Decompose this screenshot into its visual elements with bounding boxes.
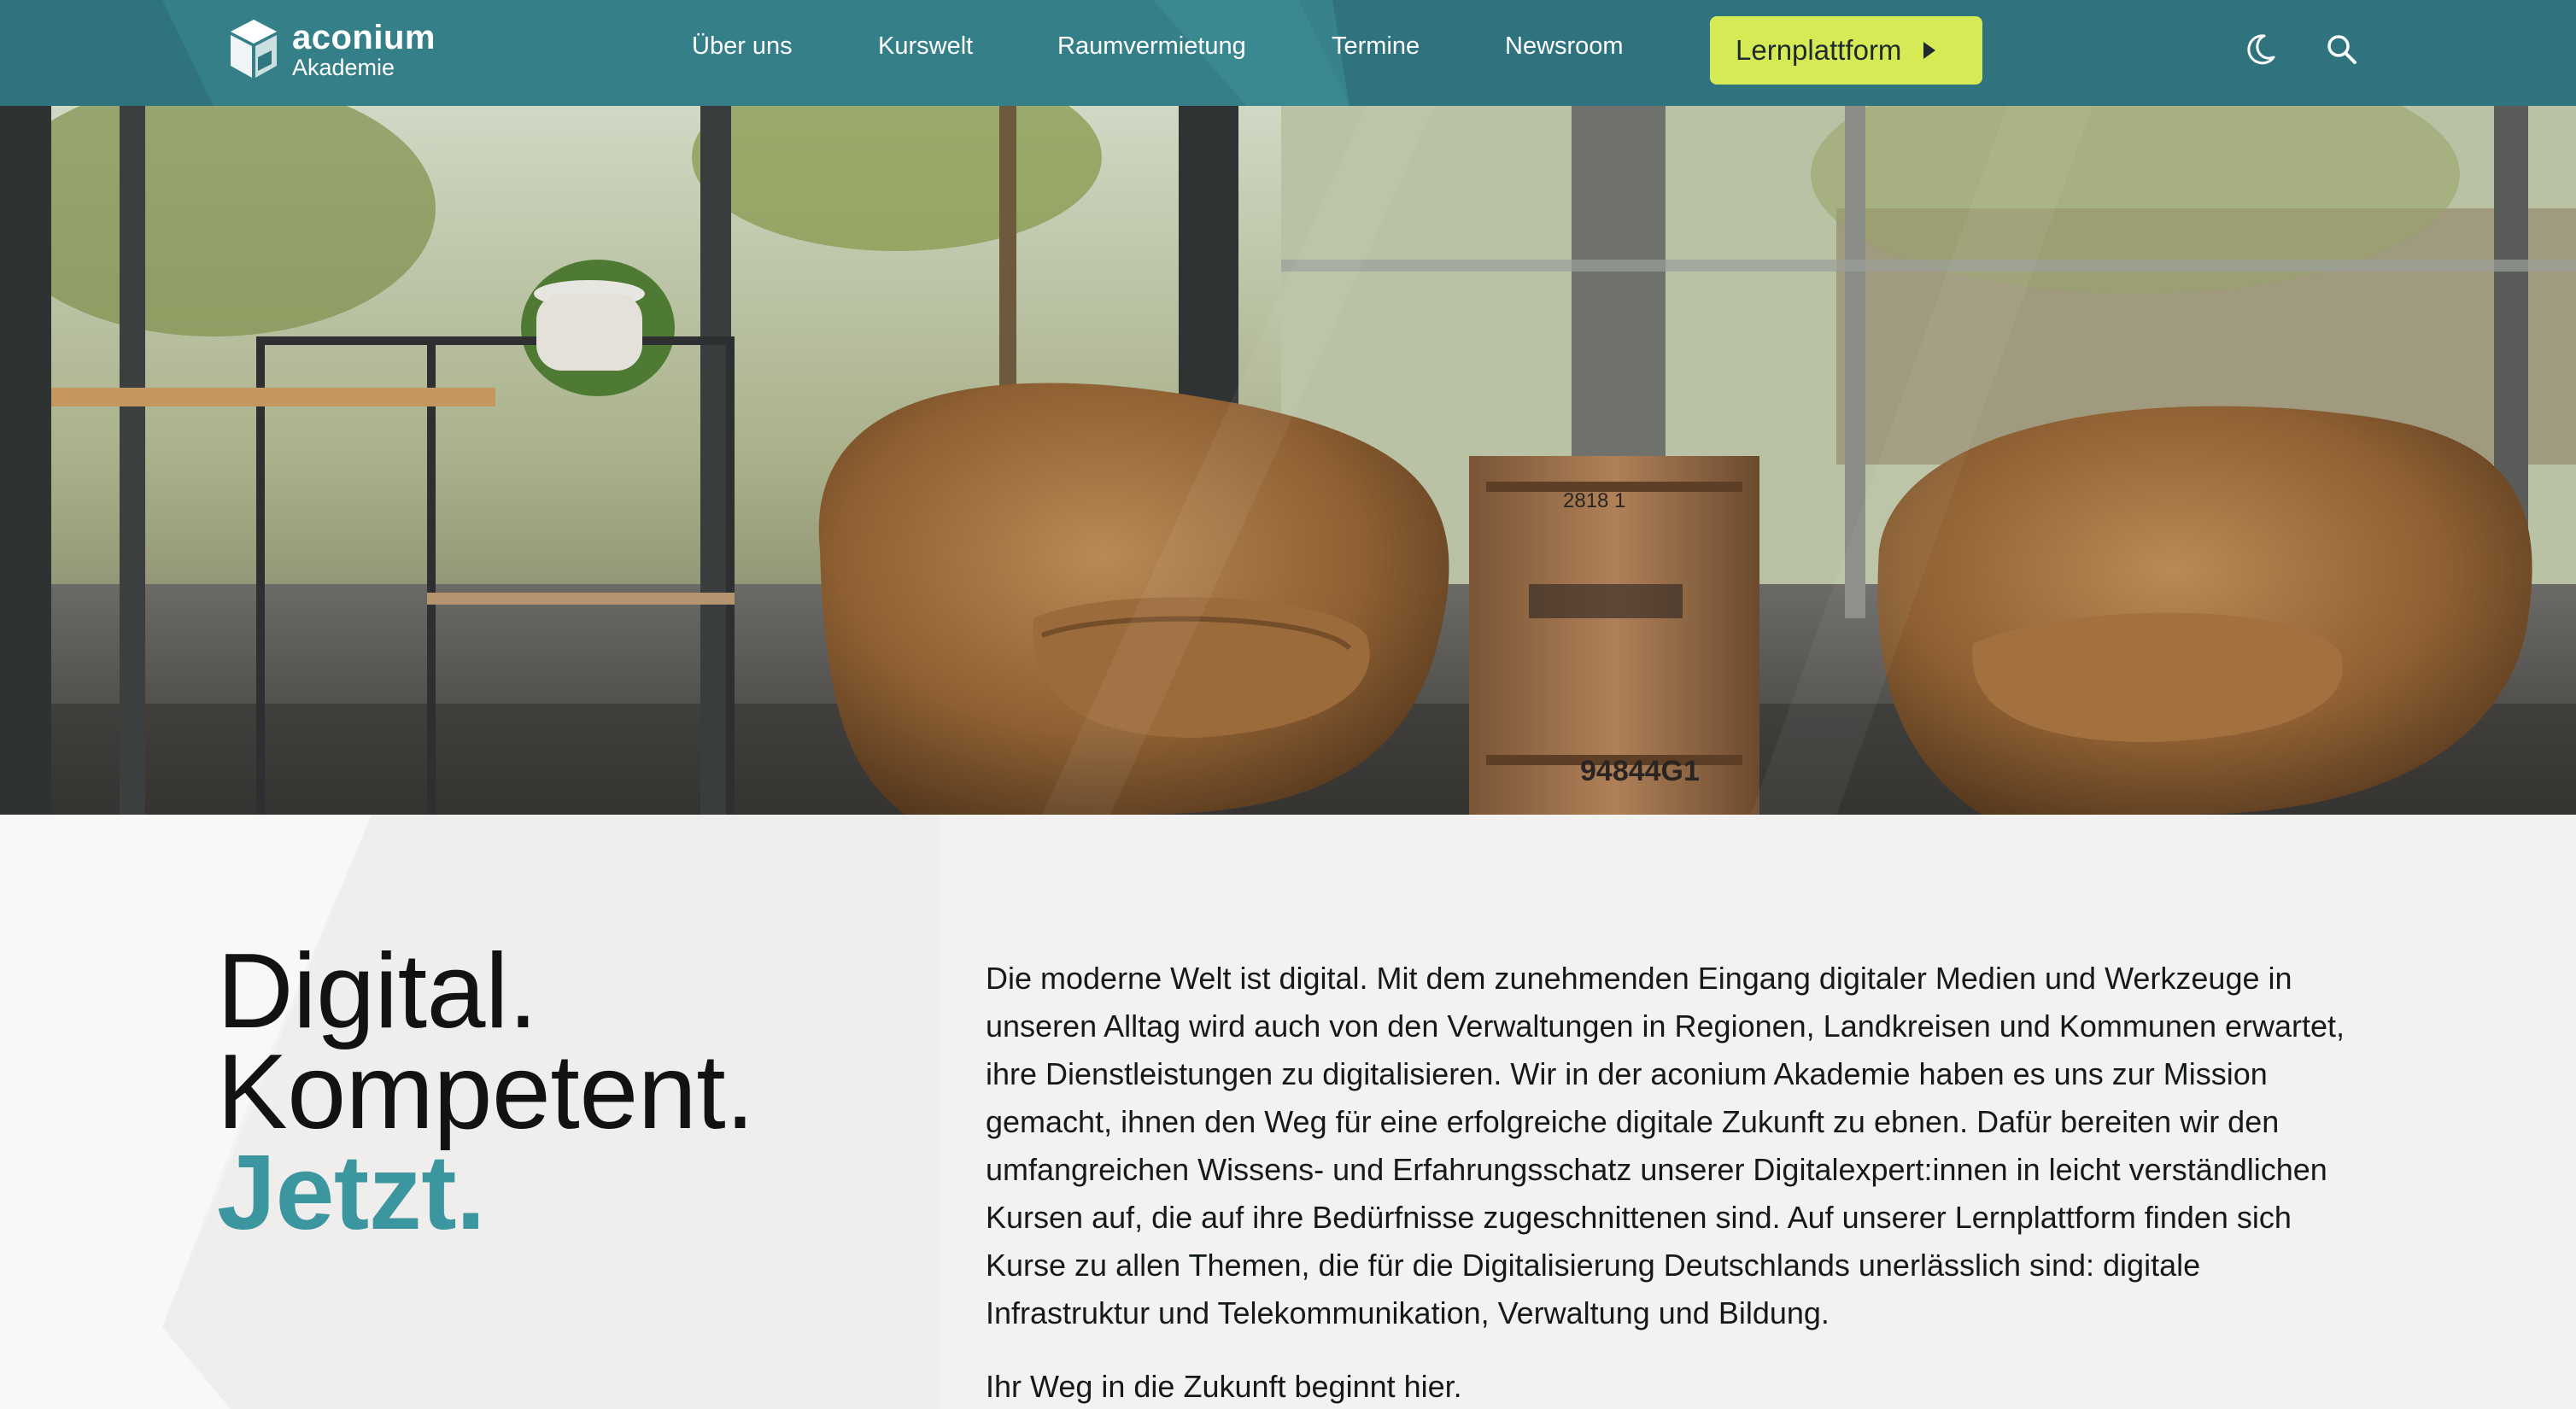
intro-tagline: Ihr Weg in die Zukunft beginnt hier.: [986, 1369, 1462, 1404]
headline-line-kompetent: Kompetent.: [217, 1033, 755, 1151]
brand-wordmark: aconium Akademie: [292, 20, 436, 79]
nav-item-kurswelt[interactable]: Kurswelt: [878, 32, 973, 61]
lernplattform-button[interactable]: Lernplattform: [1710, 16, 1982, 85]
brand-name: aconium: [292, 18, 436, 56]
nav-item-ueber-uns[interactable]: Über uns: [692, 32, 793, 61]
site-header: aconium Akademie Über uns Kurswelt Raumv…: [0, 0, 2576, 106]
cube-logo-icon: [231, 20, 277, 78]
intro-text: Die moderne Welt ist digital. Mit dem zu…: [986, 955, 2369, 1409]
brand-logo[interactable]: aconium Akademie: [227, 15, 436, 84]
lounge-photo: 2818 1 94844G1: [0, 106, 2576, 815]
lernplattform-button-label: Lernplattform: [1736, 34, 1902, 66]
search-icon: [2327, 35, 2356, 64]
theme-toggle-button[interactable]: [2241, 31, 2279, 68]
moon-icon: [2247, 34, 2275, 65]
headline-line-digital: Digital.: [217, 933, 538, 1050]
headline-line-jetzt: Jetzt.: [217, 1134, 485, 1252]
crate-label-top: 2818 1: [1563, 489, 1625, 512]
intro-section: Digital. Kompetent. Jetzt. Die moderne W…: [0, 815, 2576, 1409]
hero-headline: Digital. Kompetent. Jetzt.: [217, 933, 755, 1252]
search-button[interactable]: [2323, 31, 2361, 68]
brand-subtitle: Akademie: [292, 54, 395, 80]
nav-item-raumvermietung[interactable]: Raumvermietung: [1057, 32, 1246, 61]
intro-paragraph: Die moderne Welt ist digital. Mit dem zu…: [986, 961, 2345, 1330]
nav-item-newsroom[interactable]: Newsroom: [1505, 32, 1624, 61]
nav-item-termine[interactable]: Termine: [1332, 32, 1420, 61]
crate-label-bottom: 94844G1: [1580, 755, 1700, 787]
play-triangle-icon: [1923, 42, 1936, 59]
hero-image: 2818 1 94844G1: [0, 106, 2576, 815]
